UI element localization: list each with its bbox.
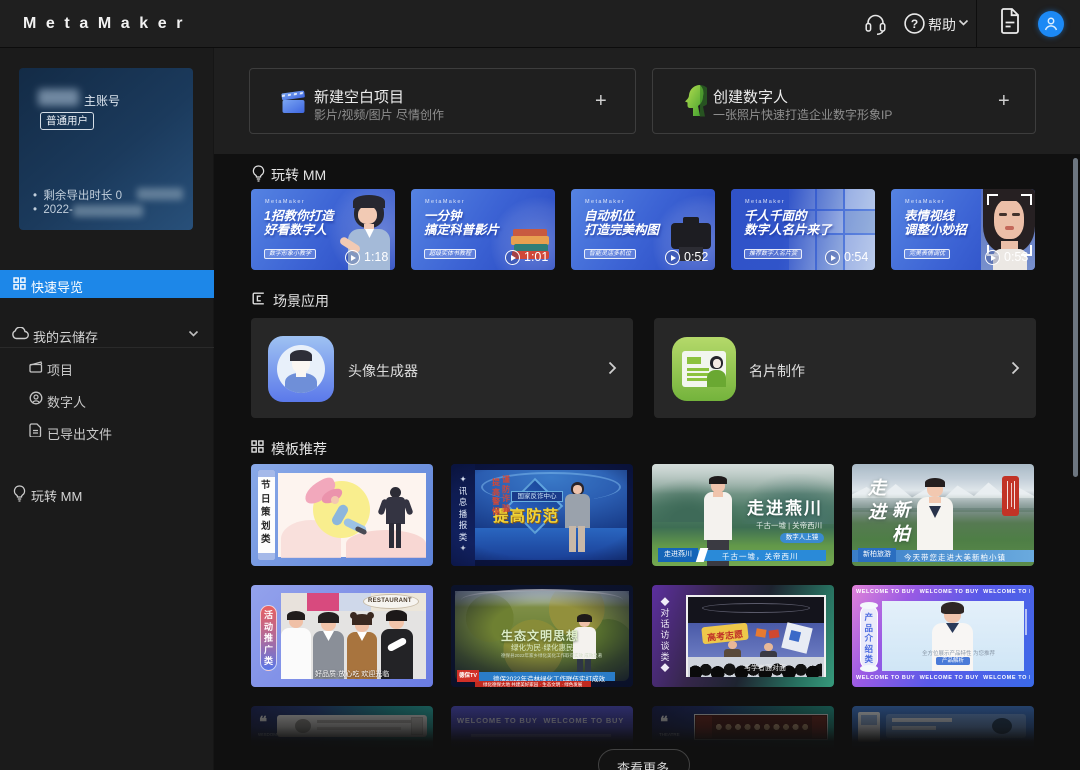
svg-text:?: ? xyxy=(911,17,918,31)
